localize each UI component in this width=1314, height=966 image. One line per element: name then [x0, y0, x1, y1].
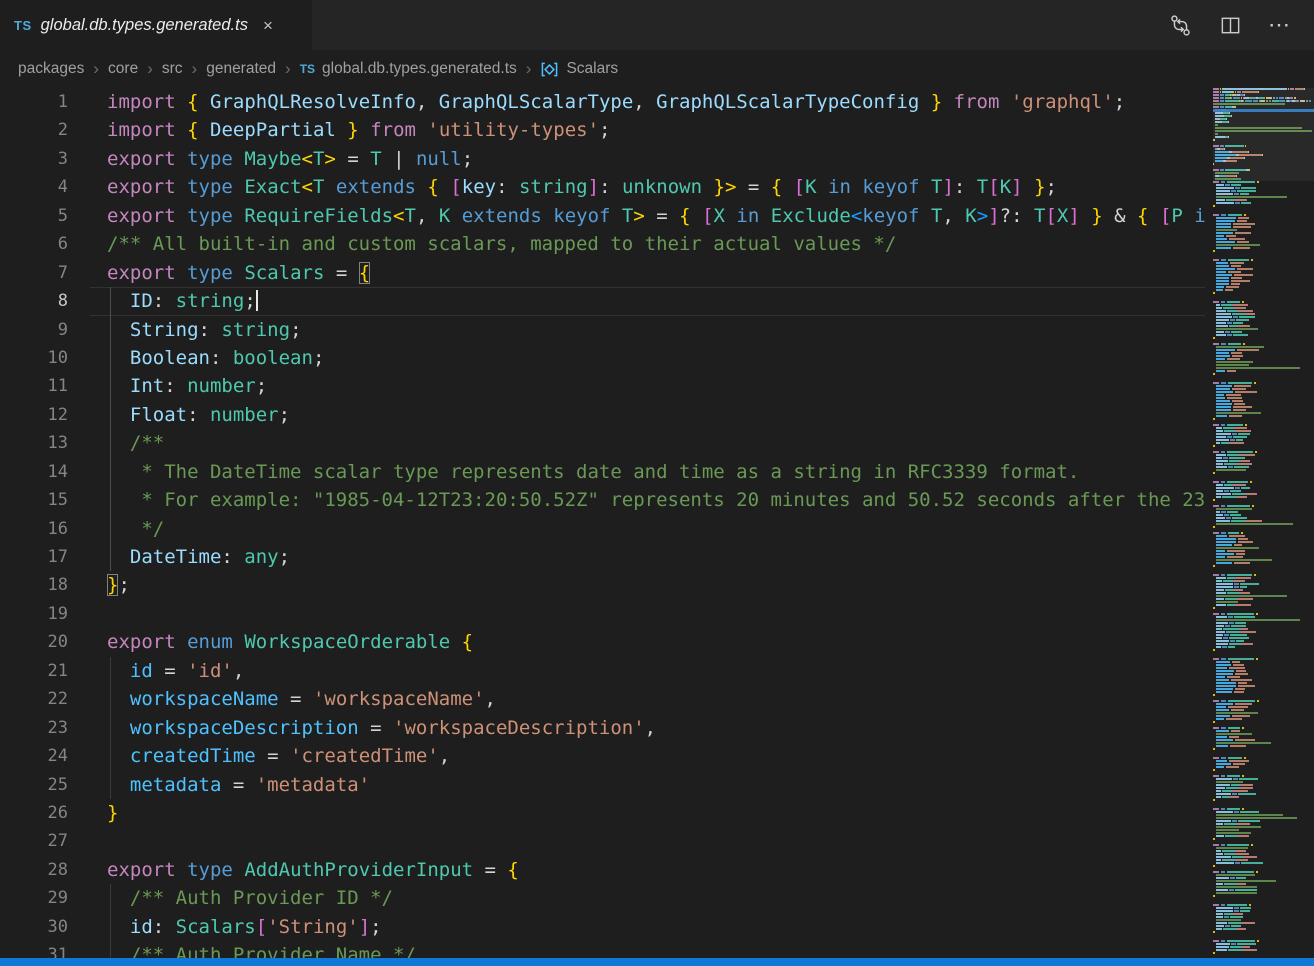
line-number: 18: [0, 571, 90, 599]
code-line[interactable]: 9 String: string;: [0, 316, 1205, 344]
symbol-type-icon: [540, 61, 559, 78]
line-number: 30: [0, 913, 90, 941]
line-number: 5: [0, 202, 90, 230]
line-number: 25: [0, 771, 90, 799]
code-line[interactable]: 8 ID: string;: [0, 287, 1205, 315]
code-line[interactable]: 4export type Exact<T extends { [key: str…: [0, 173, 1205, 201]
code-line[interactable]: 18};: [0, 571, 1205, 599]
code-line[interactable]: 30 id: Scalars['String'];: [0, 913, 1205, 941]
vscode-window: TS global.db.types.generated.ts ×: [0, 0, 1314, 966]
line-number: 11: [0, 372, 90, 400]
chevron-right-icon: ›: [93, 59, 99, 79]
code-line[interactable]: 29 /** Auth Provider ID */: [0, 884, 1205, 912]
line-number: 12: [0, 401, 90, 429]
tab-title: global.db.types.generated.ts: [41, 16, 248, 35]
code-line[interactable]: 13 /**: [0, 429, 1205, 457]
code-line[interactable]: 19: [0, 600, 1205, 628]
code-line[interactable]: 5export type RequireFields<T, K extends …: [0, 202, 1205, 230]
code-line[interactable]: 23 workspaceDescription = 'workspaceDesc…: [0, 714, 1205, 742]
code-line[interactable]: 12 Float: number;: [0, 401, 1205, 429]
code-line[interactable]: 3export type Maybe<T> = T | null;: [0, 145, 1205, 173]
typescript-file-icon: TS: [14, 18, 32, 33]
chevron-right-icon: ›: [285, 59, 291, 79]
line-number: 2: [0, 116, 90, 144]
line-number: 28: [0, 856, 90, 884]
breadcrumb-item-core[interactable]: core: [108, 60, 138, 78]
code-line[interactable]: 15 * For example: "1985-04-12T23:20:50.5…: [0, 486, 1205, 514]
code-line[interactable]: 28export type AddAuthProviderInput = {: [0, 856, 1205, 884]
line-number: 7: [0, 259, 90, 287]
line-number: 14: [0, 458, 90, 486]
text-cursor: [256, 290, 258, 311]
code-line[interactable]: 25 metadata = 'metadata': [0, 771, 1205, 799]
line-number: 31: [0, 941, 90, 958]
line-number: 22: [0, 685, 90, 713]
code-line[interactable]: 7export type Scalars = {: [0, 259, 1205, 287]
tab-bar: TS global.db.types.generated.ts ×: [0, 0, 1314, 50]
line-number: 27: [0, 827, 90, 855]
chevron-right-icon: ›: [526, 59, 532, 79]
code-line[interactable]: 16 */: [0, 515, 1205, 543]
typescript-file-icon: TS: [300, 62, 315, 76]
code-line[interactable]: 20export enum WorkspaceOrderable {: [0, 628, 1205, 656]
breadcrumb-item-packages[interactable]: packages: [18, 60, 84, 78]
line-number: 17: [0, 543, 90, 571]
status-bar[interactable]: [0, 958, 1314, 966]
line-number: 9: [0, 316, 90, 344]
line-number: 8: [0, 287, 90, 315]
line-number: 20: [0, 628, 90, 656]
editor-actions: ⋯: [1168, 0, 1314, 50]
code-line[interactable]: 26}: [0, 799, 1205, 827]
code-line[interactable]: 10 Boolean: boolean;: [0, 344, 1205, 372]
split-editor-icon[interactable]: [1219, 14, 1242, 37]
line-number: 15: [0, 486, 90, 514]
more-actions-icon[interactable]: ⋯: [1268, 14, 1292, 36]
line-number: 24: [0, 742, 90, 770]
code-line[interactable]: 2import { DeepPartial } from 'utility-ty…: [0, 116, 1205, 144]
breadcrumb: packages › core › src › generated › TSglobal.db.…: [0, 50, 1314, 88]
breadcrumb-item-src[interactable]: src: [162, 60, 183, 78]
minimap-rows: [1213, 88, 1314, 957]
breadcrumb-item-scalars[interactable]: Scalars: [540, 60, 618, 78]
code-lines: 1import { GraphQLResolveInfo, GraphQLSca…: [0, 88, 1205, 958]
line-number: 29: [0, 884, 90, 912]
line-number: 19: [0, 600, 90, 628]
code-line[interactable]: 11 Int: number;: [0, 372, 1205, 400]
line-number: 26: [0, 799, 90, 827]
code-line[interactable]: 17 DateTime: any;: [0, 543, 1205, 571]
line-number: 13: [0, 429, 90, 457]
line-number: 4: [0, 173, 90, 201]
code-line[interactable]: 24 createdTime = 'createdTime',: [0, 742, 1205, 770]
code-line[interactable]: 6/** All built-in and custom scalars, ma…: [0, 230, 1205, 258]
code-line[interactable]: 14 * The DateTime scalar type represents…: [0, 458, 1205, 486]
breadcrumb-item-global-db-types-generated-ts[interactable]: TSglobal.db.types.generated.ts: [300, 60, 517, 78]
close-tab-icon[interactable]: ×: [263, 17, 273, 34]
code-line[interactable]: 1import { GraphQLResolveInfo, GraphQLSca…: [0, 88, 1205, 116]
line-number: 3: [0, 145, 90, 173]
code-editor[interactable]: 1import { GraphQLResolveInfo, GraphQLSca…: [0, 88, 1205, 958]
line-number: 10: [0, 344, 90, 372]
chevron-right-icon: ›: [147, 59, 153, 79]
code-line[interactable]: 22 workspaceName = 'workspaceName',: [0, 685, 1205, 713]
chevron-right-icon: ›: [192, 59, 198, 79]
open-changes-icon[interactable]: [1168, 13, 1193, 38]
breadcrumb-item-generated[interactable]: generated: [206, 60, 276, 78]
line-number: 16: [0, 515, 90, 543]
line-number: 6: [0, 230, 90, 258]
line-number: 21: [0, 657, 90, 685]
line-number: 23: [0, 714, 90, 742]
minimap[interactable]: [1213, 88, 1314, 958]
line-number: 1: [0, 88, 90, 116]
tab-global-db-types[interactable]: TS global.db.types.generated.ts ×: [0, 0, 312, 50]
code-line[interactable]: 27: [0, 827, 1205, 855]
code-line[interactable]: 21 id = 'id',: [0, 657, 1205, 685]
code-line[interactable]: 31 /** Auth Provider Name */: [0, 941, 1205, 958]
